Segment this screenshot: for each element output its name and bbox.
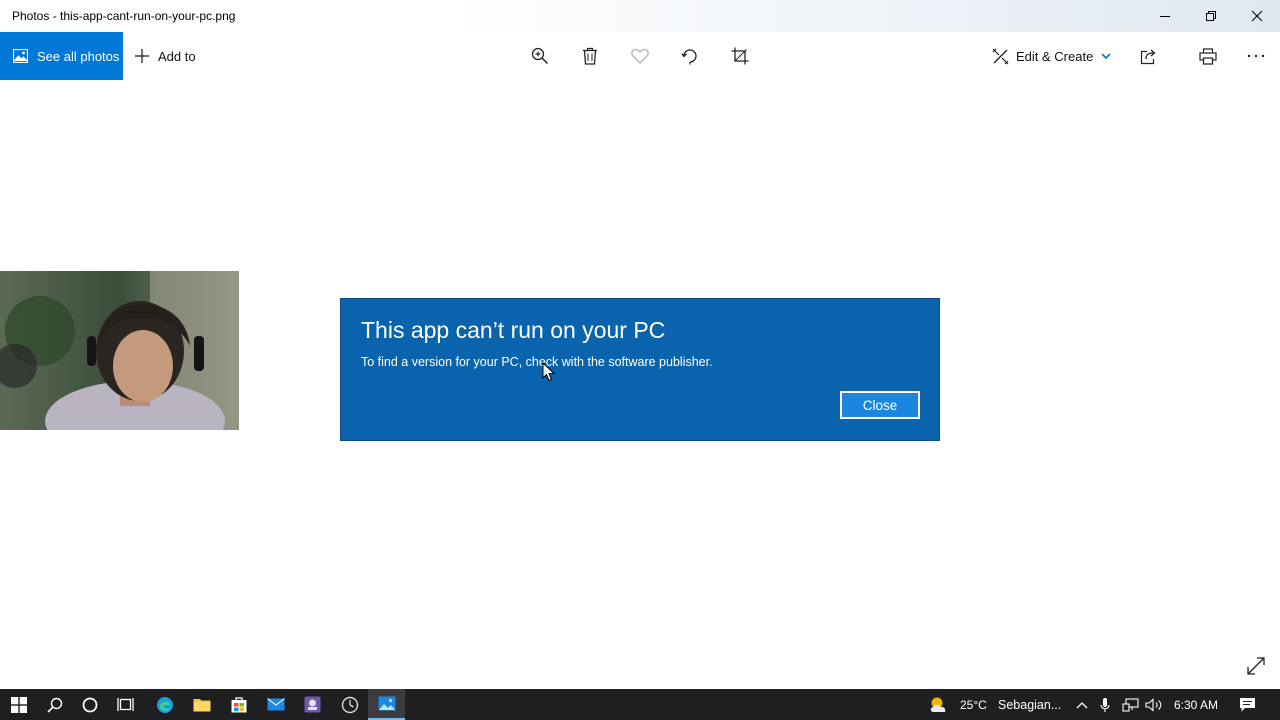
edge-icon — [156, 696, 173, 713]
zoom-icon — [531, 47, 549, 65]
minimize-icon — [1160, 16, 1170, 17]
favorite-button[interactable] — [628, 44, 652, 68]
speaker-icon — [1145, 697, 1162, 712]
dialog-heading: This app can’t run on your PC — [361, 317, 666, 343]
rotate-icon — [681, 49, 697, 65]
add-to-button[interactable]: Add to — [134, 32, 196, 80]
show-hidden-icons-button[interactable] — [1072, 689, 1092, 720]
cortana-icon — [82, 697, 97, 712]
app-button[interactable] — [294, 689, 331, 720]
microphone-button[interactable] — [1095, 689, 1115, 720]
network-icon — [1121, 697, 1139, 712]
microphone-icon — [1100, 697, 1110, 712]
error-dialog: This app can’t run on your PC To find a … — [340, 298, 940, 441]
folder-icon — [193, 699, 210, 712]
cortana-button[interactable] — [71, 689, 108, 720]
window-title: Photos - this-app-cant-run-on-your-pc.pn… — [12, 9, 236, 23]
photos-app-icon — [378, 696, 395, 711]
rotate-button[interactable] — [678, 44, 702, 68]
taskbar: 25°C Sebagian... 6:30 AM — [0, 689, 1280, 720]
edit-create-icon — [992, 48, 1009, 65]
fullscreen-button[interactable] — [1244, 654, 1268, 678]
action-center-button[interactable] — [1230, 689, 1264, 720]
zoom-button[interactable] — [528, 44, 552, 68]
mail-icon — [266, 698, 285, 711]
task-view-icon — [117, 698, 134, 711]
minimize-button[interactable] — [1142, 0, 1188, 32]
photos-toolbar: See all photos Add to Edit & Create — [0, 32, 1280, 80]
favorite-icon — [631, 48, 649, 64]
share-button[interactable] — [1137, 44, 1161, 68]
search-button[interactable] — [36, 689, 73, 720]
share-icon — [1140, 49, 1156, 64]
edge-button[interactable] — [146, 689, 183, 720]
dialog-message: To find a version for your PC, check wit… — [361, 355, 713, 369]
mail-button[interactable] — [257, 689, 294, 720]
chevron-down-icon — [1101, 52, 1111, 60]
close-window-button[interactable] — [1234, 0, 1280, 32]
clock-time[interactable]: 6:30 AM — [1174, 689, 1218, 720]
app-icon — [304, 696, 321, 713]
more-icon — [1247, 54, 1265, 58]
print-icon — [1199, 47, 1217, 65]
windows-logo-icon — [10, 696, 27, 713]
add-to-label: Add to — [158, 48, 196, 64]
network-button[interactable] — [1119, 689, 1141, 720]
see-all-photos-button[interactable]: See all photos — [0, 32, 123, 80]
edit-create-label: Edit & Create — [1016, 48, 1094, 64]
photos-app-button[interactable] — [368, 689, 405, 720]
weather-button[interactable] — [922, 689, 956, 720]
volume-button[interactable] — [1143, 689, 1165, 720]
photos-icon — [13, 49, 28, 63]
weather-partly-cloudy-icon — [930, 697, 946, 712]
restore-icon — [1206, 11, 1216, 21]
weather-temperature: 25°C — [960, 697, 987, 712]
more-button[interactable] — [1244, 44, 1268, 68]
clock-app-button[interactable] — [331, 689, 368, 720]
close-icon — [1251, 10, 1263, 22]
delete-icon — [583, 47, 597, 65]
start-button[interactable] — [0, 689, 37, 720]
crop-icon — [731, 47, 749, 65]
see-all-photos-label: See all photos — [37, 48, 120, 64]
search-icon — [46, 697, 62, 713]
weather-description: Sebagian... — [998, 697, 1062, 712]
webcam-overlay — [0, 271, 239, 430]
print-button[interactable] — [1196, 44, 1220, 68]
task-view-button[interactable] — [107, 689, 144, 720]
clock-icon — [341, 696, 358, 713]
store-icon — [231, 697, 246, 713]
notifications-icon — [1239, 697, 1255, 711]
dialog-close-button[interactable]: Close — [840, 391, 920, 419]
delete-button[interactable] — [578, 44, 602, 68]
expand-icon — [1247, 657, 1265, 675]
crop-button[interactable] — [728, 44, 752, 68]
mouse-cursor-icon — [542, 362, 556, 382]
store-button[interactable] — [220, 689, 257, 720]
chevron-up-icon — [1076, 701, 1088, 708]
file-explorer-button[interactable] — [183, 689, 220, 720]
restore-button[interactable] — [1188, 0, 1234, 32]
title-bar: Photos - this-app-cant-run-on-your-pc.pn… — [0, 0, 1280, 32]
plus-icon — [134, 48, 150, 64]
edit-create-button[interactable]: Edit & Create — [992, 32, 1111, 80]
